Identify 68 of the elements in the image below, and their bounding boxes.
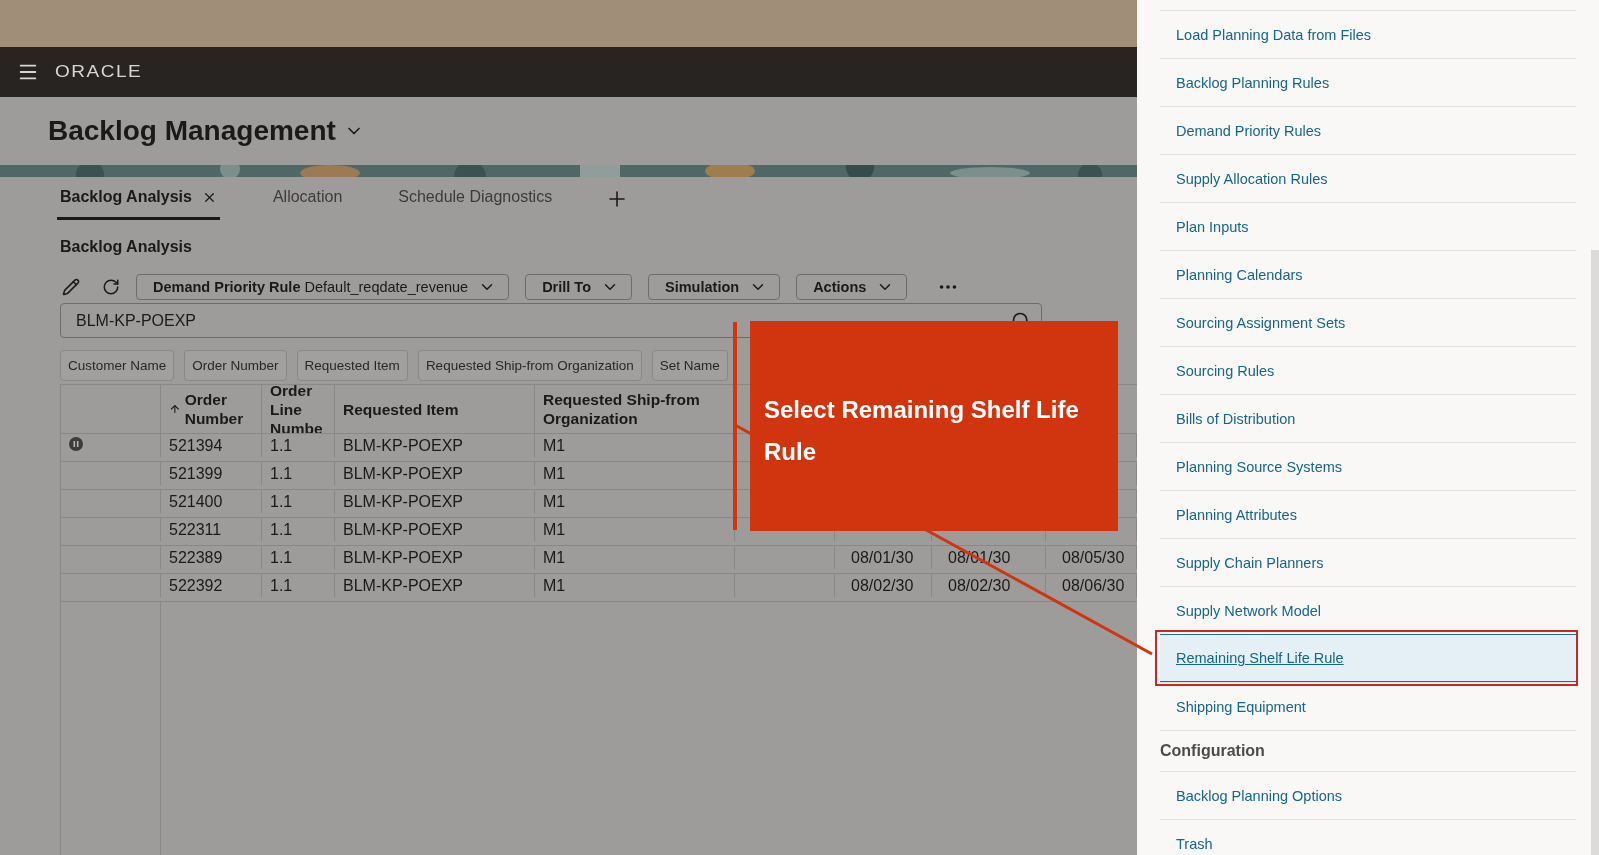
logo: ORACLE <box>55 62 143 82</box>
scrollbar[interactable] <box>1591 250 1599 855</box>
table-cell: BLM-KP-POEXP <box>335 434 535 457</box>
panel-link[interactable]: Planning Source Systems <box>1160 442 1576 490</box>
panel-link[interactable]: Planning Attributes <box>1160 490 1576 538</box>
panel-link[interactable]: Load Planning Data from Files <box>1160 10 1576 58</box>
menu-button[interactable]: Actions <box>796 274 908 300</box>
table-cell: BLM-KP-POEXP <box>335 518 535 541</box>
panel-link[interactable]: Backlog Planning Rules <box>1160 58 1576 106</box>
menu-button[interactable]: Simulation <box>648 274 781 300</box>
filter-chip[interactable]: Requested Ship-from Organization <box>417 350 642 381</box>
panel-link[interactable]: Sourcing Assignment Sets <box>1160 298 1576 346</box>
panel-link[interactable]: Bills of Distribution <box>1160 394 1576 442</box>
pause-icon <box>69 436 83 451</box>
table-cell: 522392 <box>161 574 262 597</box>
panel-link[interactable]: Trash <box>1160 819 1576 855</box>
panel-link[interactable]: Planning Calendars <box>1160 250 1576 298</box>
table-cell: BLM-KP-POEXP <box>335 574 535 597</box>
column-header[interactable]: Order Number <box>161 385 262 433</box>
menu-button[interactable]: Drill To <box>525 274 632 300</box>
table-cell: 1.1 <box>262 518 335 541</box>
filter-chip[interactable]: Order Number <box>184 350 287 381</box>
panel-link[interactable]: Remaining Shelf Life Rule <box>1160 634 1576 682</box>
tab[interactable]: Schedule Diagnostics <box>395 177 556 220</box>
table-cell: 08/02/30 <box>835 574 932 597</box>
panel-link[interactable]: Supply Chain Planners <box>1160 538 1576 586</box>
section-title: Backlog Analysis <box>60 238 193 257</box>
panel-link[interactable]: Plan Inputs <box>1160 202 1576 250</box>
filter-chip[interactable]: Requested Item <box>296 350 408 381</box>
table-cell: 1.1 <box>262 434 335 457</box>
column-header[interactable]: Requested Item <box>335 385 535 433</box>
table-cell: 521400 <box>161 490 262 513</box>
table-cell: 08/02/30 <box>932 574 1046 597</box>
table-cell: 521399 <box>161 462 262 485</box>
panel-link[interactable]: Supply Allocation Rules <box>1160 154 1576 202</box>
table-cell: 1.1 <box>262 490 335 513</box>
table-cell: 522389 <box>161 546 262 569</box>
column-header[interactable]: Requested Ship-from Organization <box>535 385 735 433</box>
table-cell: M1 <box>535 574 735 597</box>
section-heading: Configuration <box>1160 730 1576 771</box>
panel-link[interactable]: Demand Priority Rules <box>1160 106 1576 154</box>
filter-chip[interactable]: Set Name <box>651 350 728 381</box>
table-cell: M1 <box>535 490 735 513</box>
table-cell: M1 <box>535 518 735 541</box>
table-cell: BLM-KP-POEXP <box>335 546 535 569</box>
table-cell: 1.1 <box>262 546 335 569</box>
panel-link[interactable]: Backlog Planning Options <box>1160 771 1576 819</box>
table-cell: M1 <box>535 546 735 569</box>
table-cell: M1 <box>535 462 735 485</box>
panel-link[interactable]: Sourcing Rules <box>1160 346 1576 394</box>
tab[interactable]: Backlog Analysis <box>57 177 220 220</box>
table-cell: 522311 <box>161 518 262 541</box>
table-cell: 08/01/30 <box>835 546 932 569</box>
table-cell: M1 <box>535 434 735 457</box>
callout-tooltip: Select Remaining Shelf Life Rule <box>750 321 1118 531</box>
rule-select[interactable]: Demand Priority Rule Default_reqdate_revenue <box>136 274 510 300</box>
table-cell: 1.1 <box>262 574 335 597</box>
pencil-icon[interactable] <box>62 278 80 296</box>
column-header[interactable]: Order Line Numbe <box>262 385 335 433</box>
filter-chip[interactable]: Customer Name <box>60 350 175 381</box>
table-cell: 521394 <box>161 434 262 457</box>
table-cell: 1.1 <box>262 462 335 485</box>
table-cell: BLM-KP-POEXP <box>335 462 535 485</box>
panel-link[interactable]: Shipping Equipment <box>1160 682 1576 730</box>
tab[interactable]: Allocation <box>269 177 346 220</box>
table-cell: BLM-KP-POEXP <box>335 490 535 513</box>
refresh-icon[interactable] <box>102 278 120 296</box>
page-title: Backlog Management <box>48 115 336 147</box>
